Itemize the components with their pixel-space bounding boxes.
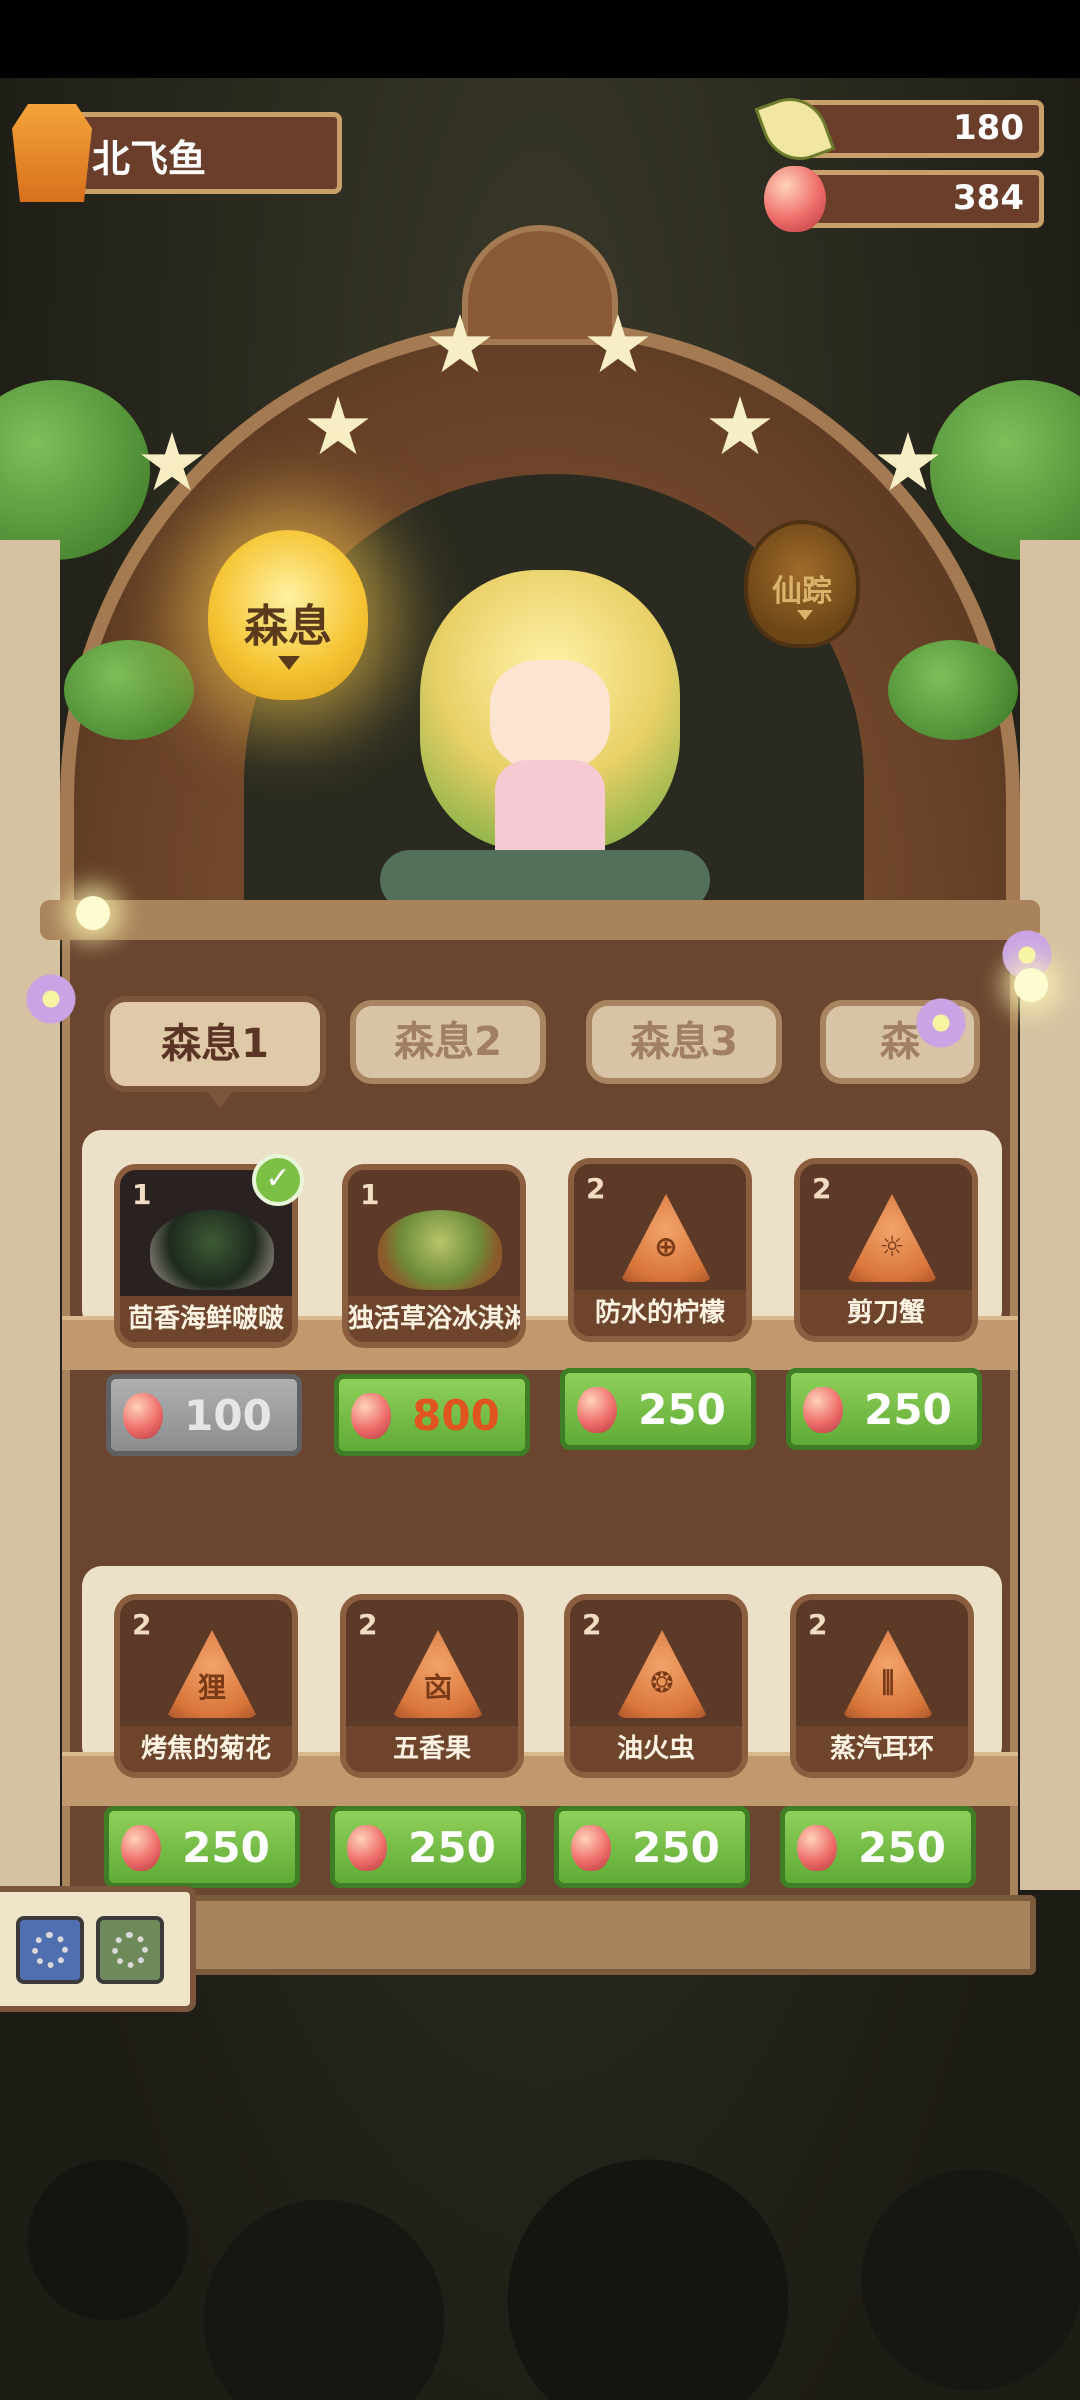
- pillar-right: [1020, 540, 1080, 1890]
- item-card[interactable]: 1 独活草浴冰淇淋: [342, 1164, 526, 1348]
- tab-senxi-1[interactable]: 森息1: [104, 996, 326, 1108]
- tab-label: 森息1: [161, 1021, 269, 1067]
- price-amount: 250: [182, 1823, 270, 1872]
- price-button[interactable]: 250: [780, 1806, 976, 1888]
- chevron-down-icon: [278, 656, 300, 670]
- lantern-xianzong-label: 仙踪: [772, 574, 832, 609]
- character-body: [495, 760, 605, 860]
- bean-icon: [764, 166, 826, 232]
- shelf-base: [170, 1895, 1036, 1975]
- item-level: 1: [132, 1178, 152, 1211]
- item-level: 2: [132, 1608, 152, 1641]
- rune-glyph: 㐫: [423, 1671, 452, 1704]
- tab-senxi-3[interactable]: 森息3: [586, 1000, 782, 1084]
- item-name: 剪刀蟹: [800, 1290, 972, 1336]
- bean-icon: [797, 1825, 837, 1871]
- bean-currency: 384: [764, 166, 1044, 232]
- seafood-dish-icon: [150, 1210, 274, 1290]
- pillar-left: [0, 540, 60, 1890]
- item-level: 2: [582, 1608, 602, 1641]
- item-level: 1: [360, 1178, 380, 1211]
- tab-label: 森息2: [394, 1019, 502, 1065]
- item-level: 2: [586, 1172, 606, 1205]
- foreground-foliage: [0, 2000, 1080, 2400]
- price-amount: 250: [638, 1385, 726, 1434]
- item-card[interactable]: 2 ❂ 油火虫: [564, 1594, 748, 1778]
- item-card[interactable]: 2 ⊕ 防水的柠檬: [568, 1158, 752, 1342]
- item-name: 独活草浴冰淇淋: [348, 1296, 520, 1342]
- item-card[interactable]: 2 ⫼ 蒸汽耳环: [790, 1594, 974, 1778]
- bush-left: [64, 640, 194, 740]
- leaf-currency: 180: [754, 87, 1044, 171]
- price-button[interactable]: 250: [560, 1368, 756, 1450]
- item-name: 蒸汽耳环: [796, 1726, 968, 1772]
- price-amount: 250: [408, 1823, 496, 1872]
- bean-icon: [571, 1825, 611, 1871]
- bean-icon: [351, 1393, 391, 1439]
- price-amount: 250: [858, 1823, 946, 1872]
- lantern-senxi-active[interactable]: 森息: [208, 530, 368, 700]
- bean-icon: [123, 1393, 163, 1439]
- price-amount: 250: [864, 1385, 952, 1434]
- bean-icon: [803, 1387, 843, 1433]
- shopkeeper-character[interactable]: [400, 540, 700, 870]
- owned-check-icon: ✓: [252, 1154, 304, 1206]
- item-level: 2: [808, 1608, 828, 1641]
- rune-glyph: ❂: [650, 1666, 674, 1699]
- price-button[interactable]: 250: [330, 1806, 526, 1888]
- leaf-count: 180: [953, 108, 1024, 148]
- rune-glyph: 狸: [197, 1671, 226, 1704]
- gear-icon: [32, 1932, 68, 1968]
- tab-senxi-2[interactable]: 森息2: [350, 1000, 546, 1084]
- rune-glyph: ⫼: [881, 1666, 895, 1699]
- bean-icon: [121, 1825, 161, 1871]
- lantern-xianzong[interactable]: 仙踪: [744, 520, 860, 648]
- player-name: 北飞鱼: [92, 137, 207, 181]
- view-toggle-panel: [0, 1886, 196, 2012]
- item-name: 防水的柠檬: [574, 1290, 746, 1336]
- player-name-plate[interactable]: 北飞鱼: [12, 104, 342, 202]
- price-button[interactable]: 800: [334, 1374, 530, 1456]
- firefly-glow-icon: [76, 896, 110, 930]
- player-avatar-icon[interactable]: [12, 104, 92, 202]
- item-card[interactable]: 2 狸 烤焦的菊花: [114, 1594, 298, 1778]
- price-amount: 100: [184, 1391, 272, 1440]
- item-card[interactable]: 2 㐫 五香果: [340, 1594, 524, 1778]
- item-name: 油火虫: [570, 1726, 742, 1772]
- status-bar: [0, 0, 1080, 78]
- bush-right: [888, 640, 1018, 740]
- item-name: 烤焦的菊花: [120, 1726, 292, 1772]
- toggle-view-a-button[interactable]: [16, 1916, 84, 1984]
- chevron-down-icon: [797, 610, 813, 620]
- lantern-senxi-label: 森息: [244, 601, 332, 652]
- price-button-disabled[interactable]: 100: [106, 1374, 302, 1456]
- price-button[interactable]: 250: [554, 1806, 750, 1888]
- rune-glyph: ⊕: [654, 1230, 678, 1263]
- bean-icon: [577, 1387, 617, 1433]
- shelf-top-beam: [40, 900, 1040, 940]
- item-level: 2: [358, 1608, 378, 1641]
- rune-glyph: ☼: [879, 1230, 905, 1263]
- toggle-view-b-button[interactable]: [96, 1916, 164, 1984]
- item-name: 五香果: [346, 1726, 518, 1772]
- tab-label: 森息3: [630, 1019, 738, 1065]
- ice-cream-dish-icon: [378, 1210, 502, 1290]
- price-amount: 800: [412, 1391, 500, 1440]
- bean-icon: [347, 1825, 387, 1871]
- item-name: 茴香海鲜啵啵: [120, 1296, 292, 1342]
- tab-pointer-icon: [206, 1090, 234, 1108]
- flower-decoration-icon: [914, 996, 968, 1050]
- gear-icon: [112, 1932, 148, 1968]
- price-button[interactable]: 250: [786, 1368, 982, 1450]
- price-button[interactable]: 250: [104, 1806, 300, 1888]
- flower-decoration-icon: [24, 972, 78, 1026]
- bean-count: 384: [953, 178, 1024, 218]
- item-level: 2: [812, 1172, 832, 1205]
- character-face: [490, 660, 610, 770]
- price-amount: 250: [632, 1823, 720, 1872]
- item-card[interactable]: 2 ☼ 剪刀蟹: [794, 1158, 978, 1342]
- firefly-glow-icon: [1014, 968, 1048, 1002]
